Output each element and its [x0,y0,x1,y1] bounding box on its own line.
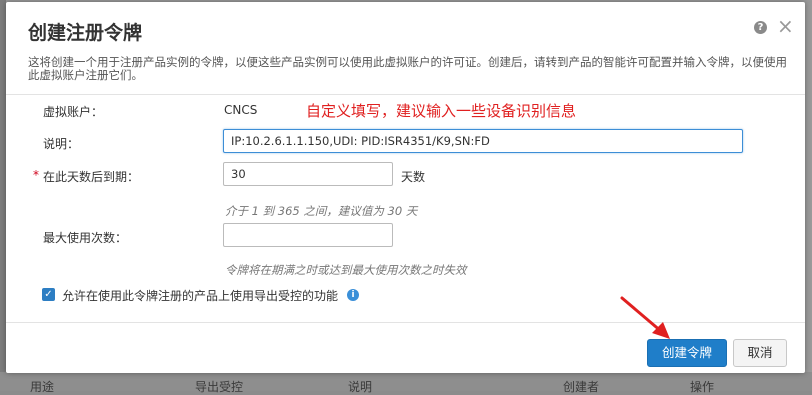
background-column-header: 导出受控 [195,380,244,394]
create-token-dialog: 创建注册令牌 ? × 这将创建一个用于注册产品实例的令牌，以便这些产品实例可以使… [6,2,805,373]
red-arrow-annotation [620,296,670,339]
max-uses-input[interactable] [223,223,393,247]
export-controlled-checkbox[interactable]: ✓ [42,288,55,301]
expire-days-suffix: 天数 [401,170,426,184]
red-annotation-text: 自定义填写，建议输入一些设备识别信息 [306,102,577,120]
background-column-header: 说明 [348,380,373,394]
required-marker: * [33,168,39,182]
background-column-header: 创建者 [563,380,600,394]
question-circle-icon[interactable]: ? [754,21,767,34]
create-token-button[interactable]: 创建令牌 [647,339,727,367]
dialog-description: 这将创建一个用于注册产品实例的令牌，以便这些产品实例可以使用此虚拟账户的许可证。… [28,55,787,82]
virtual-account-value: CNCS [224,103,258,117]
background-column-header: 用途 [30,380,55,394]
background-column-header: 操作 [690,380,715,394]
expire-days-hint: 介于 1 到 365 之间，建议值为 30 天 [225,204,418,218]
cancel-button[interactable]: 取消 [733,339,787,367]
export-controlled-label: 允许在使用此令牌注册的产品上使用导出受控的功能 [62,289,339,303]
dialog-title: 创建注册令牌 [28,22,143,44]
info-icon[interactable]: i [347,289,359,301]
divider [6,94,805,95]
max-uses-hint: 令牌将在期满之时或达到最大使用次数之时失效 [225,263,467,277]
max-uses-label: 最大使用次数： [43,231,128,245]
description-label: 说明： [43,137,80,151]
description-input[interactable] [223,129,743,153]
expire-days-label: 在此天数后到期： [43,170,140,184]
expire-days-input[interactable] [223,162,393,186]
divider [6,322,805,323]
close-icon[interactable]: × [777,16,794,36]
virtual-account-label: 虚拟账户： [43,105,104,119]
